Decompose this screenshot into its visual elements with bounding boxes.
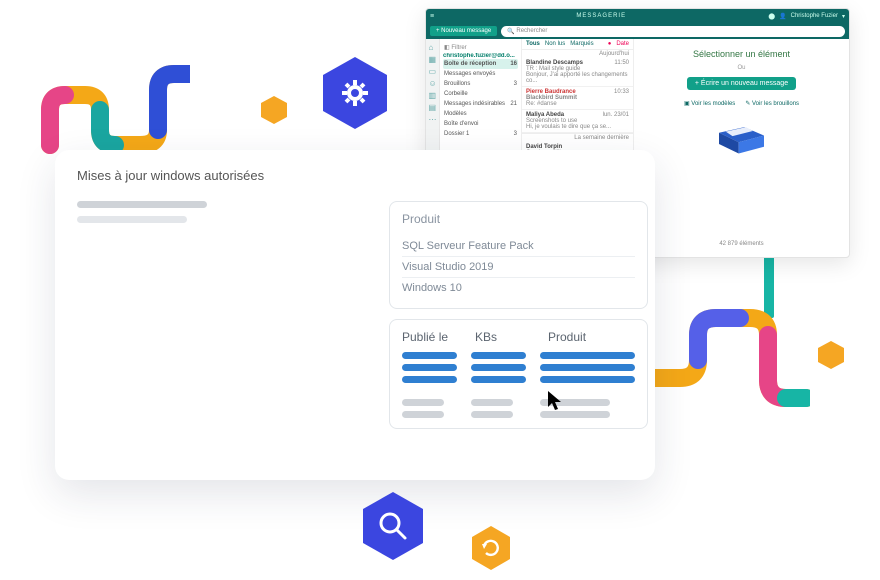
menu-icon[interactable]: ≡ <box>430 13 434 20</box>
mail-item[interactable]: Blandine Descamps11:50 TR : Mail style g… <box>522 58 633 87</box>
folder-trash[interactable]: Corbeille <box>443 89 518 99</box>
table-row[interactable] <box>402 376 457 383</box>
col-kbs[interactable]: KBs <box>475 330 530 344</box>
notification-icon[interactable]: ⬤ <box>768 13 775 20</box>
product-panel: Produit SQL Serveur Feature Pack Visual … <box>389 201 648 309</box>
item-count: 42 879 éléments <box>719 241 763 247</box>
search-input[interactable]: 🔍 Rechercher <box>501 26 845 37</box>
hexagon-search-icon <box>360 490 426 562</box>
search-placeholder: Rechercher <box>516 28 547 34</box>
hexagon-yellow-small-2 <box>817 340 845 370</box>
rail-calendar-icon[interactable]: ▦ <box>429 55 437 63</box>
table-row[interactable] <box>402 352 457 359</box>
table-row[interactable] <box>540 411 610 418</box>
empty-headline: Sélectionner un élément <box>693 49 790 59</box>
empty-or: Ou <box>737 65 745 71</box>
chevron-down-icon[interactable]: ▾ <box>842 13 845 20</box>
table-row[interactable] <box>540 352 635 359</box>
avatar[interactable]: 👤 <box>779 13 786 20</box>
card-left-skeleton <box>77 201 367 461</box>
tab-all[interactable]: Tous <box>526 41 540 47</box>
rail-tag-icon[interactable]: ▭ <box>429 67 437 75</box>
hexagon-yellow-small-1 <box>260 95 288 125</box>
cursor-icon <box>547 390 565 412</box>
col-product[interactable]: Produit <box>548 330 628 344</box>
table-row[interactable] <box>471 376 526 383</box>
mail-item[interactable]: Maliya Abedalun. 23/01 Screenshots to us… <box>522 110 633 133</box>
table-row[interactable] <box>402 399 444 406</box>
mail-title: MESSAGERIE <box>440 13 762 19</box>
mail-toolbar: + Nouveau message 🔍 Rechercher <box>426 23 849 39</box>
table-row[interactable] <box>540 376 635 383</box>
mail-reading-pane: Sélectionner un élément Ou + Écrire un n… <box>634 39 849 257</box>
table-row[interactable] <box>471 399 513 406</box>
table-row[interactable] <box>540 364 635 371</box>
folder-drafts[interactable]: Brouillons3 <box>443 79 518 89</box>
product-row[interactable]: Windows 10 <box>402 278 635 298</box>
tab-date[interactable]: Date <box>616 41 629 47</box>
table-row[interactable] <box>402 411 444 418</box>
table-row[interactable] <box>471 352 526 359</box>
folder-templates[interactable]: Modèles <box>443 109 518 119</box>
mail-titlebar: ≡ MESSAGERIE ⬤ 👤 Christophe Fuzier ▾ <box>426 9 849 23</box>
decorative-squiggle-1 <box>40 60 190 160</box>
product-row[interactable]: SQL Serveur Feature Pack <box>402 236 635 257</box>
col-published[interactable]: Publié le <box>402 330 457 344</box>
folder-sent[interactable]: Messages envoyés <box>443 69 518 79</box>
see-templates-link[interactable]: ▣ Voir les modèles <box>684 100 735 107</box>
updates-table: Publié le KBs Produit <box>389 319 648 429</box>
user-name[interactable]: Christophe Fuzier <box>791 13 838 19</box>
card-title: Mises à jour windows autorisées <box>77 168 633 183</box>
folder-inbox[interactable]: Boîte de réception16 <box>443 59 518 69</box>
rail-home-icon[interactable]: ⌂ <box>429 43 437 51</box>
hexagon-gear-icon <box>320 55 390 131</box>
tab-flagged[interactable]: Marqués <box>570 41 593 47</box>
day-header: Aujourd'hui <box>522 50 633 58</box>
inbox-tray-icon <box>709 113 774 158</box>
product-row[interactable]: Visual Studio 2019 <box>402 257 635 278</box>
account-email[interactable]: christophe.fuzier@dd.o... <box>443 53 518 59</box>
hexagon-sync-icon <box>470 525 512 571</box>
see-drafts-link[interactable]: ✎ Voir les brouillons <box>745 100 799 107</box>
rail-folder-icon[interactable]: ▥ <box>429 91 437 99</box>
product-heading: Produit <box>402 212 635 226</box>
week-header: La semaine dernière <box>522 133 633 142</box>
search-icon: 🔍 <box>507 28 514 35</box>
folder-spam[interactable]: Messages indésirables21 <box>443 99 518 109</box>
rail-more-icon[interactable]: ⋯ <box>429 115 437 123</box>
rail-archive-icon[interactable]: ▤ <box>429 103 437 111</box>
table-row[interactable] <box>471 411 513 418</box>
updates-card: Mises à jour windows autorisées Produit … <box>55 150 655 480</box>
rail-contact-icon[interactable]: ☺ <box>429 79 437 87</box>
table-row[interactable] <box>402 364 457 371</box>
dot-icon: ● <box>608 41 612 47</box>
tab-unread[interactable]: Non lus <box>545 41 565 47</box>
mail-item[interactable]: Pierre Baudrance10:33 Blackbird Summit R… <box>522 87 633 110</box>
folder-outbox[interactable]: Boîte d'envoi <box>443 119 518 129</box>
new-message-button[interactable]: + Nouveau message <box>430 26 497 36</box>
filter-label[interactable]: ◧ Filtrer <box>443 42 518 53</box>
write-new-message-button[interactable]: + Écrire un nouveau message <box>687 77 796 90</box>
table-row[interactable] <box>471 364 526 371</box>
folder-custom-1[interactable]: Dossier 13 <box>443 129 518 139</box>
